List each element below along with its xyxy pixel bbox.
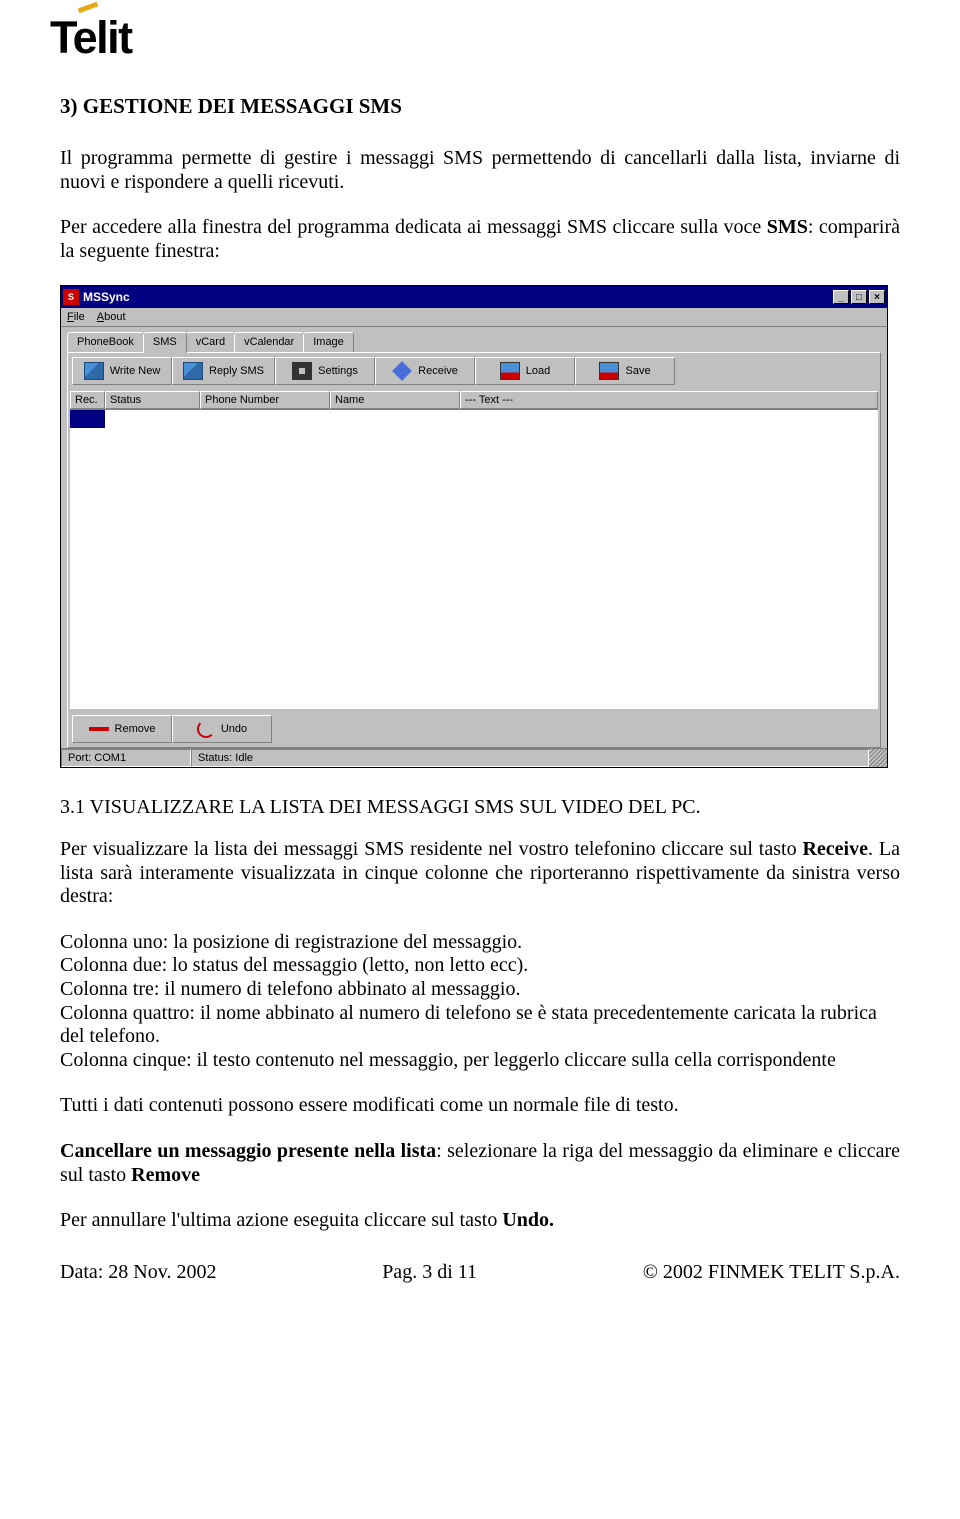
selected-cell[interactable] <box>70 410 105 428</box>
paragraph-receive: Per visualizzare la lista dei messaggi S… <box>60 838 900 909</box>
col-status[interactable]: Status <box>105 391 200 409</box>
app-icon: S <box>63 289 79 305</box>
footer-page: Pag. 3 di 11 <box>382 1261 477 1284</box>
settings-icon <box>292 362 312 380</box>
tab-row: PhoneBook SMS vCard vCalendar Image <box>67 332 881 352</box>
load-icon <box>500 362 520 380</box>
status-idle: Status: Idle <box>191 749 869 767</box>
tab-vcalendar[interactable]: vCalendar <box>234 332 304 352</box>
col-phone[interactable]: Phone Number <box>200 391 330 409</box>
load-button[interactable]: Load <box>475 357 575 385</box>
table-row[interactable] <box>70 410 878 428</box>
footer-date: Data: 28 Nov. 2002 <box>60 1261 216 1284</box>
tab-image[interactable]: Image <box>303 332 354 352</box>
subsection-heading: 3.1 VISUALIZZARE LA LISTA DEI MESSAGGI S… <box>60 796 900 820</box>
title-bar: S MSSync _ □ × <box>61 286 887 308</box>
window-title: MSSync <box>83 290 831 304</box>
page-footer: Data: 28 Nov. 2002 Pag. 3 di 11 © 2002 F… <box>60 1261 900 1284</box>
write-icon <box>84 362 104 380</box>
status-bar: Port: COM1 Status: Idle <box>61 748 887 767</box>
minimize-button[interactable]: _ <box>833 290 849 304</box>
embedded-screenshot: S MSSync _ □ × File About PhoneBook SMS … <box>60 285 900 768</box>
remove-button[interactable]: Remove <box>72 715 172 743</box>
message-grid: Rec. Status Phone Number Name --- Text -… <box>70 391 878 709</box>
tab-vcard[interactable]: vCard <box>186 332 235 352</box>
receive-button[interactable]: Receive <box>375 357 475 385</box>
settings-button[interactable]: Settings <box>275 357 375 385</box>
close-button[interactable]: × <box>869 290 885 304</box>
undo-icon <box>197 720 215 738</box>
col-name[interactable]: Name <box>330 391 460 409</box>
menu-about[interactable]: About <box>97 311 126 323</box>
footer-copyright: © 2002 FINMEK TELIT S.p.A. <box>643 1261 900 1284</box>
undo-button[interactable]: Undo <box>172 715 272 743</box>
status-port: Port: COM1 <box>61 749 191 767</box>
paragraph-editable: Tutti i dati contenuti possono essere mo… <box>60 1094 900 1118</box>
paragraph-access: Per accedere alla finestra del programma… <box>60 216 900 263</box>
col-text[interactable]: --- Text --- <box>460 391 878 409</box>
save-button[interactable]: Save <box>575 357 675 385</box>
section-heading: 3) GESTIONE DEI MESSAGGI SMS <box>60 94 900 119</box>
write-new-button[interactable]: Write New <box>72 357 172 385</box>
paragraph-delete: Cancellare un messaggio presente nella l… <box>60 1140 900 1187</box>
resize-grip[interactable] <box>869 749 887 767</box>
col-rec[interactable]: Rec. <box>70 391 105 409</box>
remove-icon <box>89 727 109 731</box>
menu-file[interactable]: File <box>67 311 85 323</box>
tab-sms[interactable]: SMS <box>143 332 187 353</box>
reply-icon <box>183 362 203 380</box>
paragraph-intro: Il programma permette di gestire i messa… <box>60 147 900 194</box>
maximize-button[interactable]: □ <box>851 290 867 304</box>
grid-body[interactable] <box>70 409 878 709</box>
receive-icon <box>392 361 412 381</box>
column-list: Colonna uno: la posizione di registrazio… <box>60 931 900 1073</box>
reply-sms-button[interactable]: Reply SMS <box>172 357 275 385</box>
top-toolbar: Write New Reply SMS Settings Receive Loa… <box>68 353 880 389</box>
bottom-toolbar: Remove Undo <box>68 711 880 747</box>
menu-bar: File About <box>61 308 887 327</box>
tab-phonebook[interactable]: PhoneBook <box>67 332 144 352</box>
save-icon <box>599 362 619 380</box>
logo: Telit <box>50 12 900 64</box>
paragraph-undo: Per annullare l'ultima azione eseguita c… <box>60 1209 900 1233</box>
